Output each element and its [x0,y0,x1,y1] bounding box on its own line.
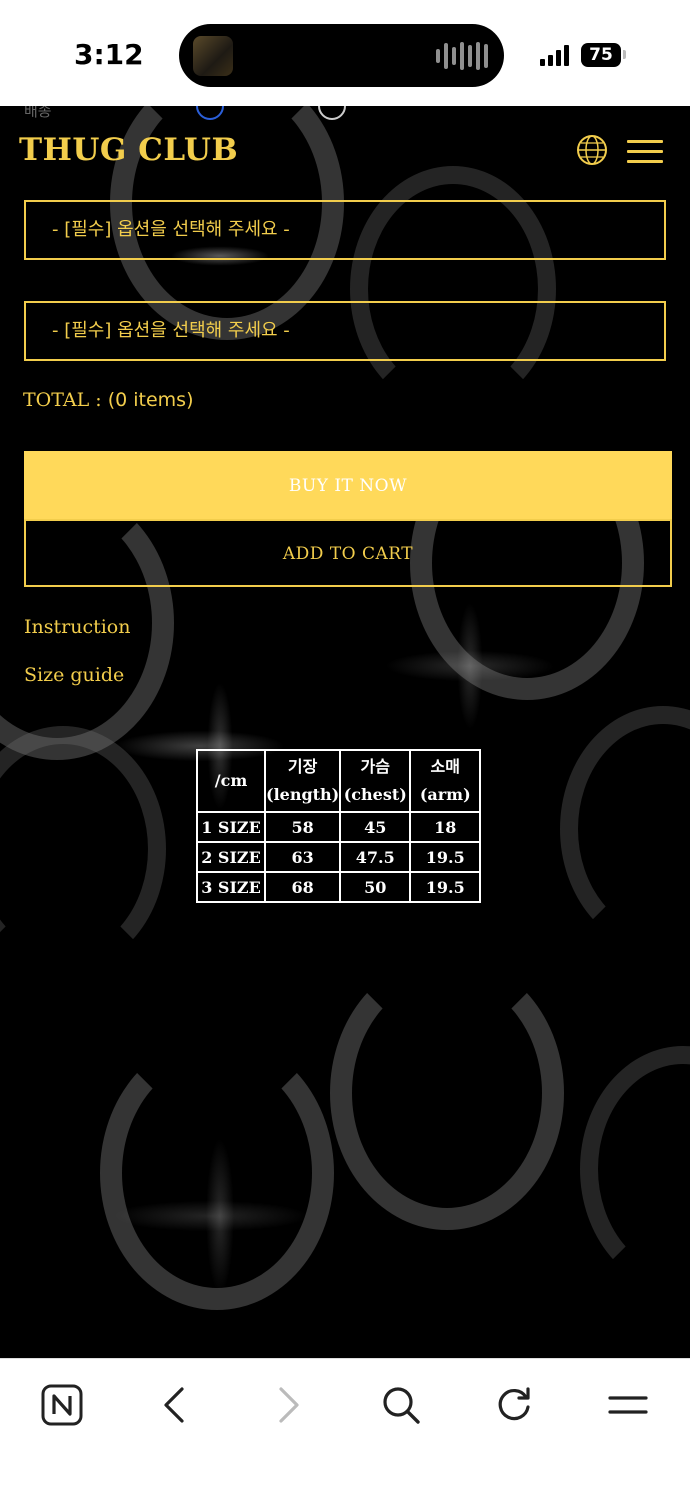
dynamic-island[interactable] [179,24,504,87]
add-to-cart-button[interactable]: ADD TO CART [24,519,672,587]
battery-icon: 75 [581,43,621,67]
back-icon[interactable] [153,1383,197,1427]
background-crescent [580,1046,690,1292]
signal-icon [540,44,569,66]
table-row: 2 SIZE 63 47.5 19.5 [196,841,482,873]
radio-option[interactable] [318,106,346,120]
option-select-2[interactable]: - [필수] 옵션을 선택해 주세요 - [24,301,666,361]
table-cell: 50 [339,871,412,903]
shipping-label: 배송 [24,106,52,120]
background-crescent [100,1036,334,1310]
table-header-cell: /cm [196,749,266,813]
browser-toolbar [0,1358,690,1501]
background-crescent [560,706,690,952]
table-cell: 2 SIZE [196,841,266,873]
size-guide-table: /cm 기장 (length) 가슴 (chest) 소매 (arm) 1 SI… [196,749,482,903]
reload-icon[interactable] [492,1383,536,1427]
table-header-cell: 소매 (arm) [409,749,482,813]
menu-icon[interactable] [606,1383,650,1427]
search-icon[interactable] [379,1383,423,1427]
table-cell: 3 SIZE [196,871,266,903]
table-cell: 18 [409,811,482,843]
status-time: 3:12 [74,38,144,71]
radio-option-selected[interactable] [196,106,224,120]
product-page[interactable]: 배송 THUG CLUB - [필수] 옵션을 선택해 주세요 - - [필수]… [0,106,690,1358]
brand-logo[interactable]: THUG CLUB [19,132,238,168]
battery-tip [623,50,626,59]
size-guide-tab[interactable]: Size guide [24,664,124,686]
now-playing-artwork [193,36,233,76]
table-cell: 19.5 [409,871,482,903]
order-total: TOTAL : (0 items) [23,389,194,411]
table-cell: 19.5 [409,841,482,873]
audio-waveform-icon [436,41,488,71]
option-select-1[interactable]: - [필수] 옵션을 선택해 주세요 - [24,200,666,260]
background-crescent [330,956,564,1230]
globe-icon[interactable] [576,134,608,166]
forward-icon[interactable] [266,1383,310,1427]
table-cell: 63 [263,841,342,873]
table-row: 3 SIZE 68 50 19.5 [196,871,482,903]
buy-now-button[interactable]: BUY IT NOW [24,451,672,519]
hamburger-menu-icon[interactable] [627,140,663,164]
table-row: 1 SIZE 58 45 18 [196,811,482,843]
table-cell: 47.5 [339,841,412,873]
table-cell: 68 [263,871,342,903]
table-header-cell: 기장 (length) [263,749,342,813]
instruction-tab[interactable]: Instruction [24,616,130,638]
table-cell: 45 [339,811,412,843]
table-cell: 58 [263,811,342,843]
total-value: (0 items) [107,389,194,411]
table-cell: 1 SIZE [196,811,266,843]
table-header-row: /cm 기장 (length) 가슴 (chest) 소매 (arm) [196,749,482,813]
total-label: TOTAL : [23,389,102,411]
status-bar: 3:12 75 [0,0,690,106]
background-crescent [0,726,166,972]
naver-icon[interactable] [40,1383,84,1427]
table-header-cell: 가슴 (chest) [339,749,412,813]
